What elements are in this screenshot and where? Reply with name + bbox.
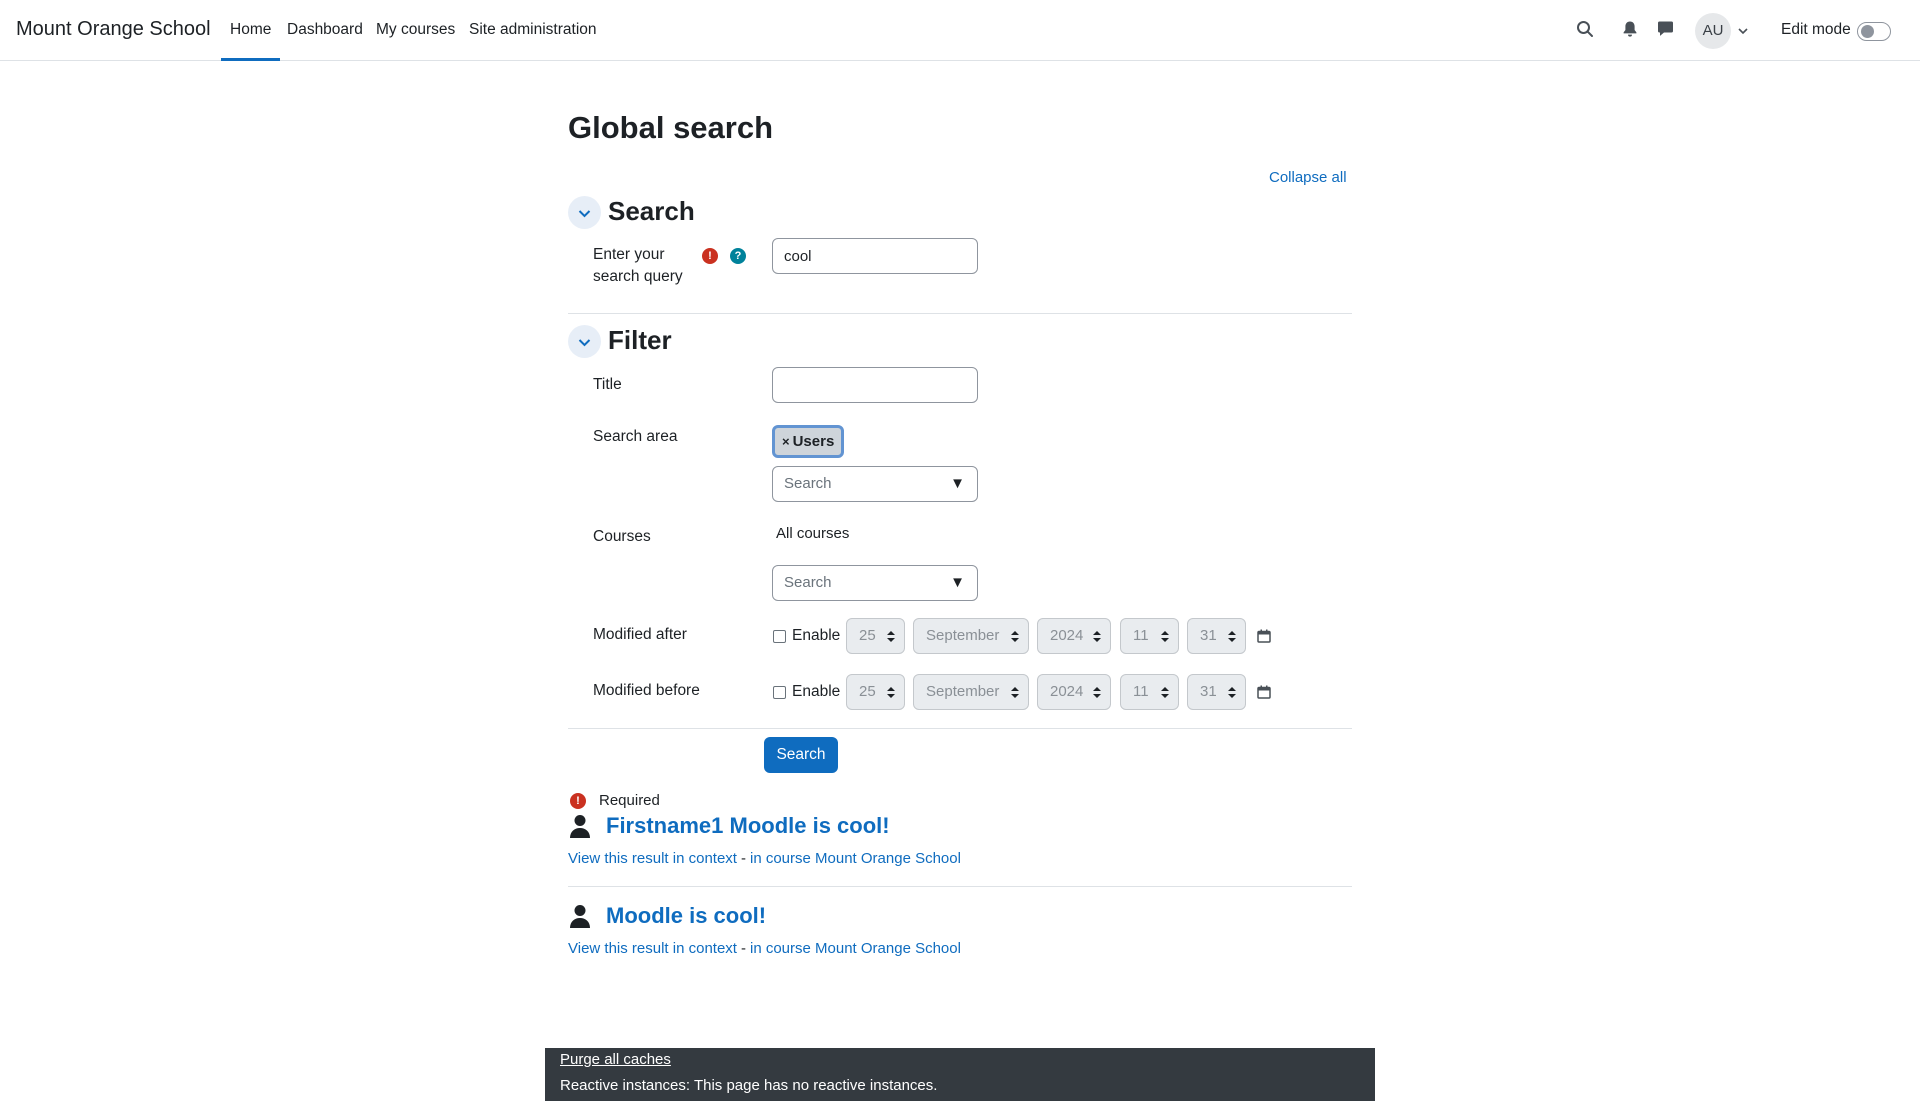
result-divider <box>568 886 1352 887</box>
select-value: 11 <box>1133 627 1149 644</box>
chevron-down-icon <box>578 210 591 218</box>
modified-before-hour-select[interactable]: 11 <box>1120 674 1179 710</box>
select-value: 25 <box>859 683 876 700</box>
modified-after-day-select[interactable]: 25 <box>846 618 905 654</box>
sort-icon <box>1161 687 1169 698</box>
sort-icon <box>1093 631 1101 642</box>
courses-select[interactable]: Search ▼ <box>772 565 978 601</box>
debug-footer: Purge all caches Reactive instances: Thi… <box>545 1048 1375 1101</box>
search-section-toggle[interactable] <box>568 196 601 229</box>
select-value: 11 <box>1133 683 1149 700</box>
sort-icon <box>1011 687 1019 698</box>
top-navbar: Mount Orange School Home Dashboard My co… <box>0 0 1920 61</box>
sort-icon <box>1228 687 1236 698</box>
search-icon[interactable] <box>1576 20 1596 40</box>
filter-section-title: Filter <box>608 325 672 355</box>
user-avatar[interactable]: AU <box>1695 13 1731 49</box>
modified-before-day-select[interactable]: 25 <box>846 674 905 710</box>
nav-dashboard[interactable]: Dashboard <box>287 21 363 39</box>
modified-before-enable-label[interactable]: Enable <box>792 683 840 701</box>
user-icon <box>569 904 591 928</box>
search-section-title: Search <box>608 196 695 226</box>
required-note: Required <box>599 792 660 809</box>
sort-icon <box>1161 631 1169 642</box>
select-value: 25 <box>859 627 876 644</box>
page-title: Global search <box>568 110 774 145</box>
select-value: September <box>926 683 1000 700</box>
modified-before-month-select[interactable]: September <box>913 674 1029 710</box>
modified-after-hour-select[interactable]: 11 <box>1120 618 1179 654</box>
search-query-label: Enter your search query <box>593 244 683 288</box>
chat-icon[interactable] <box>1657 20 1677 40</box>
chip-label: Users <box>792 433 835 450</box>
toggle-knob <box>1861 25 1874 38</box>
dropdown-arrow-icon[interactable]: ▼ <box>950 566 965 600</box>
calendar-icon[interactable] <box>1257 685 1271 699</box>
nav-my-courses[interactable]: My courses <box>376 21 455 39</box>
select-value: 2024 <box>1050 683 1084 700</box>
calendar-icon[interactable] <box>1257 629 1271 643</box>
modified-before-year-select[interactable]: 2024 <box>1037 674 1111 710</box>
select-value: 31 <box>1200 683 1217 700</box>
edit-mode-toggle[interactable] <box>1857 22 1891 41</box>
result-separator: - <box>741 940 746 957</box>
section-divider <box>568 313 1352 314</box>
user-icon <box>569 814 591 838</box>
sort-icon <box>1011 631 1019 642</box>
modified-after-minute-select[interactable]: 31 <box>1187 618 1246 654</box>
modified-after-label: Modified after <box>593 626 687 643</box>
nav-site-administration[interactable]: Site administration <box>469 21 597 39</box>
sort-icon <box>887 687 895 698</box>
search-query-label-line2: search query <box>593 268 683 285</box>
modified-after-enable-label[interactable]: Enable <box>792 627 840 645</box>
modified-after-month-select[interactable]: September <box>913 618 1029 654</box>
sort-icon <box>1093 687 1101 698</box>
sort-icon <box>887 631 895 642</box>
chevron-down-icon <box>578 339 591 347</box>
search-area-select[interactable]: Search ▼ <box>772 466 978 502</box>
select-value: 31 <box>1200 627 1217 644</box>
required-icon: ! <box>570 793 586 809</box>
reactive-instances-text: Reactive instances: This page has no rea… <box>560 1077 938 1094</box>
filter-section-toggle[interactable] <box>568 325 601 358</box>
title-label: Title <box>593 376 622 393</box>
search-query-input[interactable] <box>772 238 978 274</box>
modified-before-minute-select[interactable]: 31 <box>1187 674 1246 710</box>
result-course-link[interactable]: in course Mount Orange School <box>750 850 961 867</box>
search-query-label-line1: Enter your <box>593 246 665 263</box>
result-separator: - <box>741 850 746 867</box>
title-input[interactable] <box>772 367 978 403</box>
result-context-link[interactable]: View this result in context <box>568 940 737 957</box>
result-title[interactable]: Firstname1 Moodle is cool! <box>606 813 890 839</box>
edit-mode-label: Edit mode <box>1781 21 1851 38</box>
bell-icon[interactable] <box>1622 20 1642 40</box>
result-course-link[interactable]: in course Mount Orange School <box>750 940 961 957</box>
result-title[interactable]: Moodle is cool! <box>606 903 766 929</box>
courses-label: Courses <box>593 528 651 545</box>
modified-after-year-select[interactable]: 2024 <box>1037 618 1111 654</box>
modified-before-enable-checkbox[interactable] <box>773 686 786 699</box>
nav-home[interactable]: Home <box>220 21 281 61</box>
required-icon: ! <box>702 248 718 264</box>
select-value: September <box>926 627 1000 644</box>
courses-value: All courses <box>776 525 850 542</box>
select-placeholder: Search <box>784 574 832 591</box>
purge-caches-link[interactable]: Purge all caches <box>560 1051 671 1068</box>
result-context-link[interactable]: View this result in context <box>568 850 737 867</box>
help-icon[interactable]: ? <box>730 248 746 264</box>
collapse-all-link[interactable]: Collapse all <box>1269 169 1347 186</box>
sort-icon <box>1228 631 1236 642</box>
modified-before-label: Modified before <box>593 682 700 699</box>
select-placeholder: Search <box>784 475 832 492</box>
chevron-down-icon[interactable] <box>1737 24 1749 36</box>
search-area-chip-users[interactable]: × Users <box>772 425 844 458</box>
dropdown-arrow-icon[interactable]: ▼ <box>950 467 965 501</box>
site-brand[interactable]: Mount Orange School <box>16 18 211 41</box>
search-area-label: Search area <box>593 428 678 445</box>
search-submit-button[interactable]: Search <box>764 737 838 773</box>
remove-icon[interactable]: × <box>782 434 790 449</box>
modified-after-enable-checkbox[interactable] <box>773 630 786 643</box>
form-divider <box>568 728 1352 729</box>
select-value: 2024 <box>1050 627 1084 644</box>
